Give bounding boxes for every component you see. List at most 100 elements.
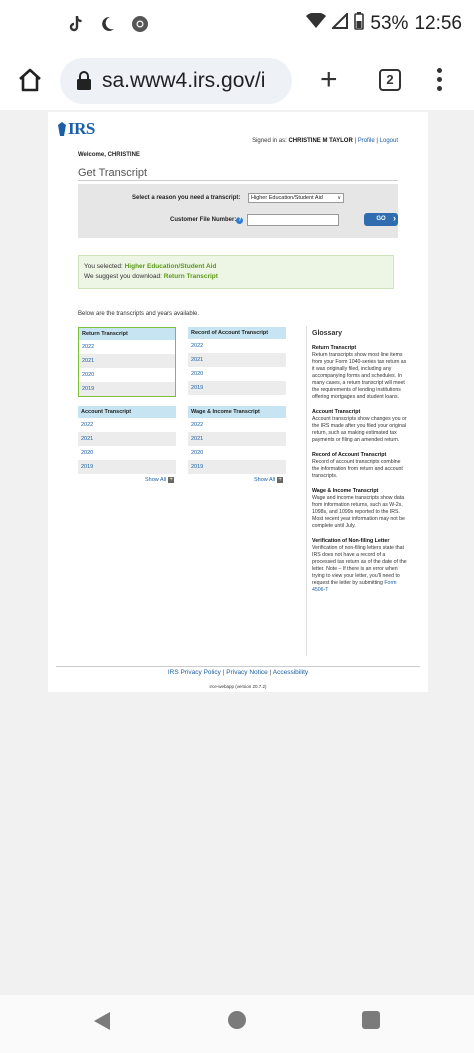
footer-links: IRS Privacy Policy | Privacy Notice | Ac…	[48, 669, 428, 676]
signed-in-info: Signed in as: CHRISTINE M TAYLOR | Profi…	[252, 138, 398, 144]
new-tab-icon[interactable]: +	[320, 65, 338, 95]
separator: |	[354, 138, 357, 144]
privacy-policy-link[interactable]: IRS Privacy Policy	[168, 669, 221, 676]
moon-icon	[98, 13, 118, 35]
account-transcript-group: Account Transcript 2022 2021 2020 2019	[78, 406, 176, 474]
year-link[interactable]: 2019	[188, 381, 286, 395]
home-icon[interactable]	[16, 66, 44, 94]
transcript-reason-form: Select a reason you need a transcript: H…	[78, 184, 398, 238]
reason-select[interactable]: Higher Education/Student Aid	[248, 193, 344, 203]
footer-divider	[56, 666, 420, 667]
year-link[interactable]: 2020	[188, 446, 286, 460]
glossary-term: Record of Account Transcript	[312, 452, 387, 458]
menu-icon[interactable]	[437, 68, 443, 95]
irs-logo[interactable]: IRS	[57, 119, 95, 139]
show-all-label: Show All	[254, 477, 276, 483]
suggest-label: We suggest you download:	[84, 273, 162, 280]
show-all-account-link[interactable]: Show All +	[145, 477, 175, 483]
selected-line: You selected: Higher Education/Student A…	[84, 263, 388, 270]
transcripts-intro: Below are the transcripts and years avai…	[78, 311, 200, 317]
glossary-term: Return Transcript	[312, 345, 357, 351]
chrome-icon	[130, 13, 150, 35]
transcript-header: Record of Account Transcript	[188, 327, 286, 339]
welcome-text: Welcome, CHRISTINE	[78, 152, 140, 158]
system-status: 53% 12:56	[306, 11, 462, 36]
eagle-icon	[58, 122, 66, 136]
glossary-definition: Verification of non-filing letters state…	[312, 545, 408, 594]
glossary-term: Verification of Non-filing Letter	[312, 538, 390, 544]
wage-income-group: Wage & Income Transcript 2022 2021 2020 …	[188, 406, 286, 474]
record-of-account-group: Record of Account Transcript 2022 2021 2…	[188, 327, 286, 395]
year-link[interactable]: 2021	[188, 353, 286, 367]
show-all-wage-link[interactable]: Show All +	[254, 477, 284, 483]
year-link[interactable]: 2020	[79, 368, 175, 382]
year-link[interactable]: 2020	[188, 367, 286, 381]
divider	[78, 180, 398, 181]
selected-value: Higher Education/Student Aid	[124, 263, 217, 270]
year-link[interactable]: 2021	[188, 432, 286, 446]
transcript-header: Wage & Income Transcript	[188, 406, 286, 418]
help-icon[interactable]: ?	[236, 217, 244, 224]
battery-icon	[354, 12, 365, 36]
tab-switcher-button[interactable]: 2	[379, 69, 401, 91]
glossary-divider	[306, 326, 307, 656]
address-bar[interactable]: sa.www4.irs.gov/i	[60, 58, 292, 104]
profile-link[interactable]: Profile	[358, 138, 375, 144]
glossary-definition: Return transcripts show most line items …	[312, 352, 407, 400]
glossary-definition: Wage and income transcripts show data fr…	[312, 495, 405, 529]
battery-percent: 53%	[370, 13, 409, 34]
glossary-term: Account Transcript	[312, 409, 361, 415]
year-link[interactable]: 2019	[79, 382, 175, 396]
page-title: Get Transcript	[78, 167, 148, 179]
status-bar: 53% 12:56	[0, 0, 474, 50]
cfn-label-text: Customer File Number:	[170, 217, 237, 223]
plus-icon: +	[168, 477, 175, 483]
privacy-notice-link[interactable]: Privacy Notice	[226, 669, 268, 676]
separator: |	[376, 138, 378, 144]
separator: |	[269, 669, 272, 676]
return-transcript-group: Return Transcript 2022 2021 2020 2019	[78, 327, 176, 397]
notification-icons	[66, 13, 150, 35]
home-button-icon[interactable]	[228, 1011, 246, 1029]
tiktok-icon	[66, 13, 86, 35]
accessibility-link[interactable]: Accessibility	[273, 669, 308, 676]
customer-file-number-input[interactable]	[247, 214, 339, 226]
recents-icon[interactable]	[362, 1011, 380, 1029]
version-text: irce-webapp (version 20.7.2)	[209, 684, 267, 689]
suggest-line: We suggest you download: Return Transcri…	[84, 273, 388, 280]
year-link[interactable]: 2021	[79, 354, 175, 368]
year-link[interactable]: 2019	[188, 460, 286, 474]
year-link[interactable]: 2022	[188, 418, 286, 432]
glossary-definition: Record of account transcripts combine th…	[312, 459, 403, 479]
suggest-value: Return Transcript	[163, 273, 218, 280]
url-text: sa.www4.irs.gov/i	[102, 69, 266, 92]
year-link[interactable]: 2021	[78, 432, 176, 446]
year-link[interactable]: 2022	[79, 340, 175, 354]
signed-in-label: Signed in as:	[252, 138, 287, 144]
glossary-title: Glossary	[312, 330, 342, 337]
glossary-definition: Account transcripts show changes you or …	[312, 416, 407, 443]
lock-icon	[76, 71, 92, 91]
browser-toolbar: sa.www4.irs.gov/i + 2	[0, 50, 474, 110]
clock: 12:56	[414, 13, 462, 34]
selected-label: You selected:	[84, 263, 123, 270]
transcript-header: Account Transcript	[78, 406, 176, 418]
wifi-icon	[306, 12, 327, 35]
plus-icon: +	[277, 477, 284, 483]
year-link[interactable]: 2022	[188, 339, 286, 353]
transcript-header: Return Transcript	[79, 328, 175, 340]
android-nav-bar	[0, 995, 474, 1053]
user-name: CHRISTINE M TAYLOR	[288, 138, 353, 144]
go-button[interactable]: GO	[364, 212, 398, 226]
year-link[interactable]: 2019	[78, 460, 176, 474]
back-icon[interactable]	[92, 1011, 112, 1036]
separator: |	[222, 669, 225, 676]
logout-link[interactable]: Logout	[380, 138, 398, 144]
show-all-label: Show All	[145, 477, 167, 483]
reason-label: Select a reason you need a transcript:	[132, 195, 241, 201]
irs-page: IRS Signed in as: CHRISTINE M TAYLOR | P…	[48, 112, 428, 692]
year-link[interactable]: 2020	[78, 446, 176, 460]
year-link[interactable]: 2022	[78, 418, 176, 432]
customer-file-number-label: Customer File Number:?	[170, 217, 244, 224]
glossary: Glossary Return Transcript Return transc…	[312, 330, 408, 594]
